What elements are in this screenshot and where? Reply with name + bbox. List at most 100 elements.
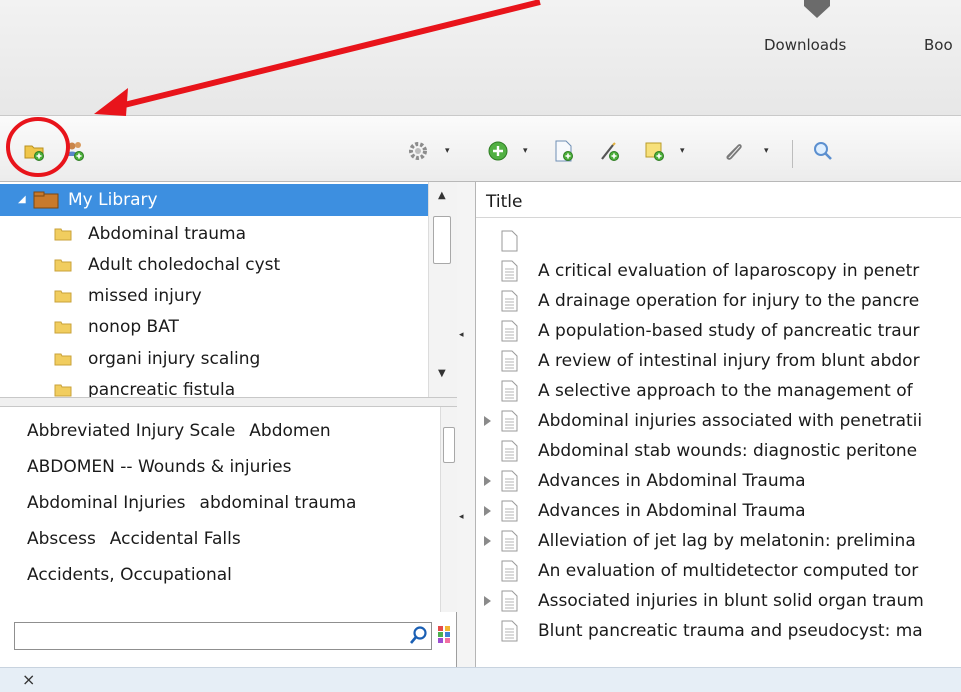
color-grid-icon[interactable] (438, 626, 452, 644)
column-header-title[interactable]: Title (476, 182, 961, 218)
item-row[interactable]: A review of intestinal injury from blunt… (476, 346, 961, 376)
tree-item-collection[interactable]: Abdominal trauma (0, 218, 428, 250)
item-row[interactable]: Abdominal injuries associated with penet… (476, 406, 961, 436)
item-row[interactable] (476, 226, 961, 256)
expand-twisty-icon[interactable] (484, 416, 491, 426)
magnifier-icon[interactable] (812, 140, 834, 162)
item-row[interactable]: An evaluation of multidetector computed … (476, 556, 961, 586)
tree-item-label: My Library (68, 190, 158, 210)
tree-item-collection[interactable]: missed injury (0, 280, 428, 312)
document-icon (501, 230, 518, 252)
tag-scrollbar[interactable] (440, 407, 457, 612)
bookmarks-button[interactable]: Boo (924, 36, 953, 54)
document-icon (501, 320, 518, 342)
tag[interactable]: Abdominal Injuries (27, 493, 186, 513)
tag-filter-input[interactable] (14, 622, 432, 650)
item-row[interactable]: Alleviation of jet lag by melatonin: pre… (476, 526, 961, 556)
actions-dropdown-icon[interactable]: ▾ (445, 146, 450, 156)
zotero-toolbar: ▾ ▾ ▾ ▾ (0, 116, 961, 182)
item-title: Blunt pancreatic trauma and pseudocyst: … (538, 621, 923, 641)
item-title: A population-based study of pancreatic t… (538, 321, 920, 341)
expand-triangle-icon[interactable]: ◢ (18, 184, 26, 216)
green-plus-icon[interactable] (487, 140, 509, 162)
tag[interactable]: ABDOMEN -- Wounds & injuries (27, 457, 291, 477)
tree-item-collection[interactable]: organi injury scaling (0, 343, 428, 375)
item-title: Abdominal stab wounds: diagnostic perito… (538, 441, 918, 461)
tree-scrollbar-thumb[interactable] (433, 216, 451, 264)
tree-item-label: organi injury scaling (88, 349, 261, 369)
item-row[interactable]: Abdominal stab wounds: diagnostic perito… (476, 436, 961, 466)
close-icon[interactable]: × (22, 670, 35, 689)
tree-item-collection[interactable]: pancreatic fistula (0, 374, 428, 397)
tree-scrollbar[interactable]: ▲ ▼ (428, 182, 457, 397)
tree-item-label: Abdominal trauma (88, 224, 247, 244)
document-add-icon[interactable] (553, 140, 575, 162)
document-icon (501, 290, 518, 312)
document-icon (501, 440, 518, 462)
tag[interactable]: Abbreviated Injury Scale (27, 421, 235, 441)
tag-line: Abscess Accidental Falls (27, 529, 255, 549)
collection-tree: ◢ My Library Abdominal trauma Adult chol… (0, 182, 457, 397)
scroll-up-icon[interactable]: ▲ (438, 190, 446, 201)
pane-splitter[interactable] (0, 397, 457, 407)
vertical-splitter[interactable]: ◂ ◂ (457, 182, 476, 667)
item-row[interactable]: Advances in Abdominal Trauma (476, 466, 961, 496)
expand-twisty-icon[interactable] (484, 536, 491, 546)
scroll-down-icon[interactable]: ▼ (438, 368, 446, 379)
document-icon (501, 530, 518, 552)
tree-item-my-library[interactable]: ◢ My Library (0, 184, 428, 216)
browser-toolbar: Downloads Boo (0, 0, 961, 116)
folder-icon (54, 259, 72, 272)
tag[interactable]: Abscess (27, 529, 96, 549)
expand-twisty-icon[interactable] (484, 596, 491, 606)
item-row[interactable]: Blunt pancreatic trauma and pseudocyst: … (476, 616, 961, 646)
note-dropdown-icon[interactable]: ▾ (680, 146, 685, 156)
collapse-left-icon[interactable]: ◂ (459, 330, 464, 340)
gear-icon[interactable] (407, 140, 429, 162)
tag[interactable]: Accidental Falls (110, 529, 241, 549)
magnifier-icon[interactable] (410, 625, 428, 645)
tag[interactable]: abdominal trauma (200, 493, 357, 513)
document-icon (501, 260, 518, 282)
tree-item-label: missed injury (88, 286, 202, 306)
expand-twisty-icon[interactable] (484, 506, 491, 516)
tree-item-collection[interactable]: Adult choledochal cyst (0, 249, 428, 281)
collapse-left-icon[interactable]: ◂ (459, 512, 464, 522)
new-item-dropdown-icon[interactable]: ▾ (523, 146, 528, 156)
item-title: Advances in Abdominal Trauma (538, 471, 806, 491)
folder-add-icon[interactable] (24, 140, 46, 162)
attach-dropdown-icon[interactable]: ▾ (764, 146, 769, 156)
tag-selector: Abbreviated Injury Scale Abdomen ABDOMEN … (0, 407, 457, 612)
item-row[interactable]: A drainage operation for injury to the p… (476, 286, 961, 316)
document-icon (501, 380, 518, 402)
folder-icon (54, 353, 72, 366)
tree-item-label: Adult choledochal cyst (88, 255, 281, 275)
tree-item-label: pancreatic fistula (88, 380, 236, 397)
note-add-icon[interactable] (644, 140, 666, 162)
tree-item-collection[interactable]: nonop BAT (0, 311, 428, 343)
item-row[interactable]: A selective approach to the management o… (476, 376, 961, 406)
document-icon (501, 560, 518, 582)
downloads-button[interactable]: Downloads (764, 36, 846, 54)
tag[interactable]: Abdomen (249, 421, 330, 441)
item-row[interactable]: A population-based study of pancreatic t… (476, 316, 961, 346)
document-icon (501, 410, 518, 432)
expand-twisty-icon[interactable] (484, 476, 491, 486)
item-title: A selective approach to the management o… (538, 381, 913, 401)
paperclip-icon[interactable] (722, 140, 744, 162)
note-wand-icon[interactable] (599, 140, 621, 162)
downloads-arrow-icon[interactable] (800, 0, 834, 20)
item-title: A drainage operation for injury to the p… (538, 291, 920, 311)
item-row[interactable]: Associated injuries in blunt solid organ… (476, 586, 961, 616)
tag-scrollbar-thumb[interactable] (443, 427, 455, 463)
tag-line: Accidents, Occupational (27, 565, 246, 585)
document-icon (501, 350, 518, 372)
item-title: Advances in Abdominal Trauma (538, 501, 806, 521)
document-icon (501, 620, 518, 642)
tag[interactable]: Accidents, Occupational (27, 565, 232, 585)
item-row[interactable]: Advances in Abdominal Trauma (476, 496, 961, 526)
item-row[interactable]: A critical evaluation of laparoscopy in … (476, 256, 961, 286)
tag-line: Abbreviated Injury Scale Abdomen (27, 421, 345, 441)
group-add-icon[interactable] (64, 140, 86, 162)
status-bar: × (0, 667, 961, 692)
